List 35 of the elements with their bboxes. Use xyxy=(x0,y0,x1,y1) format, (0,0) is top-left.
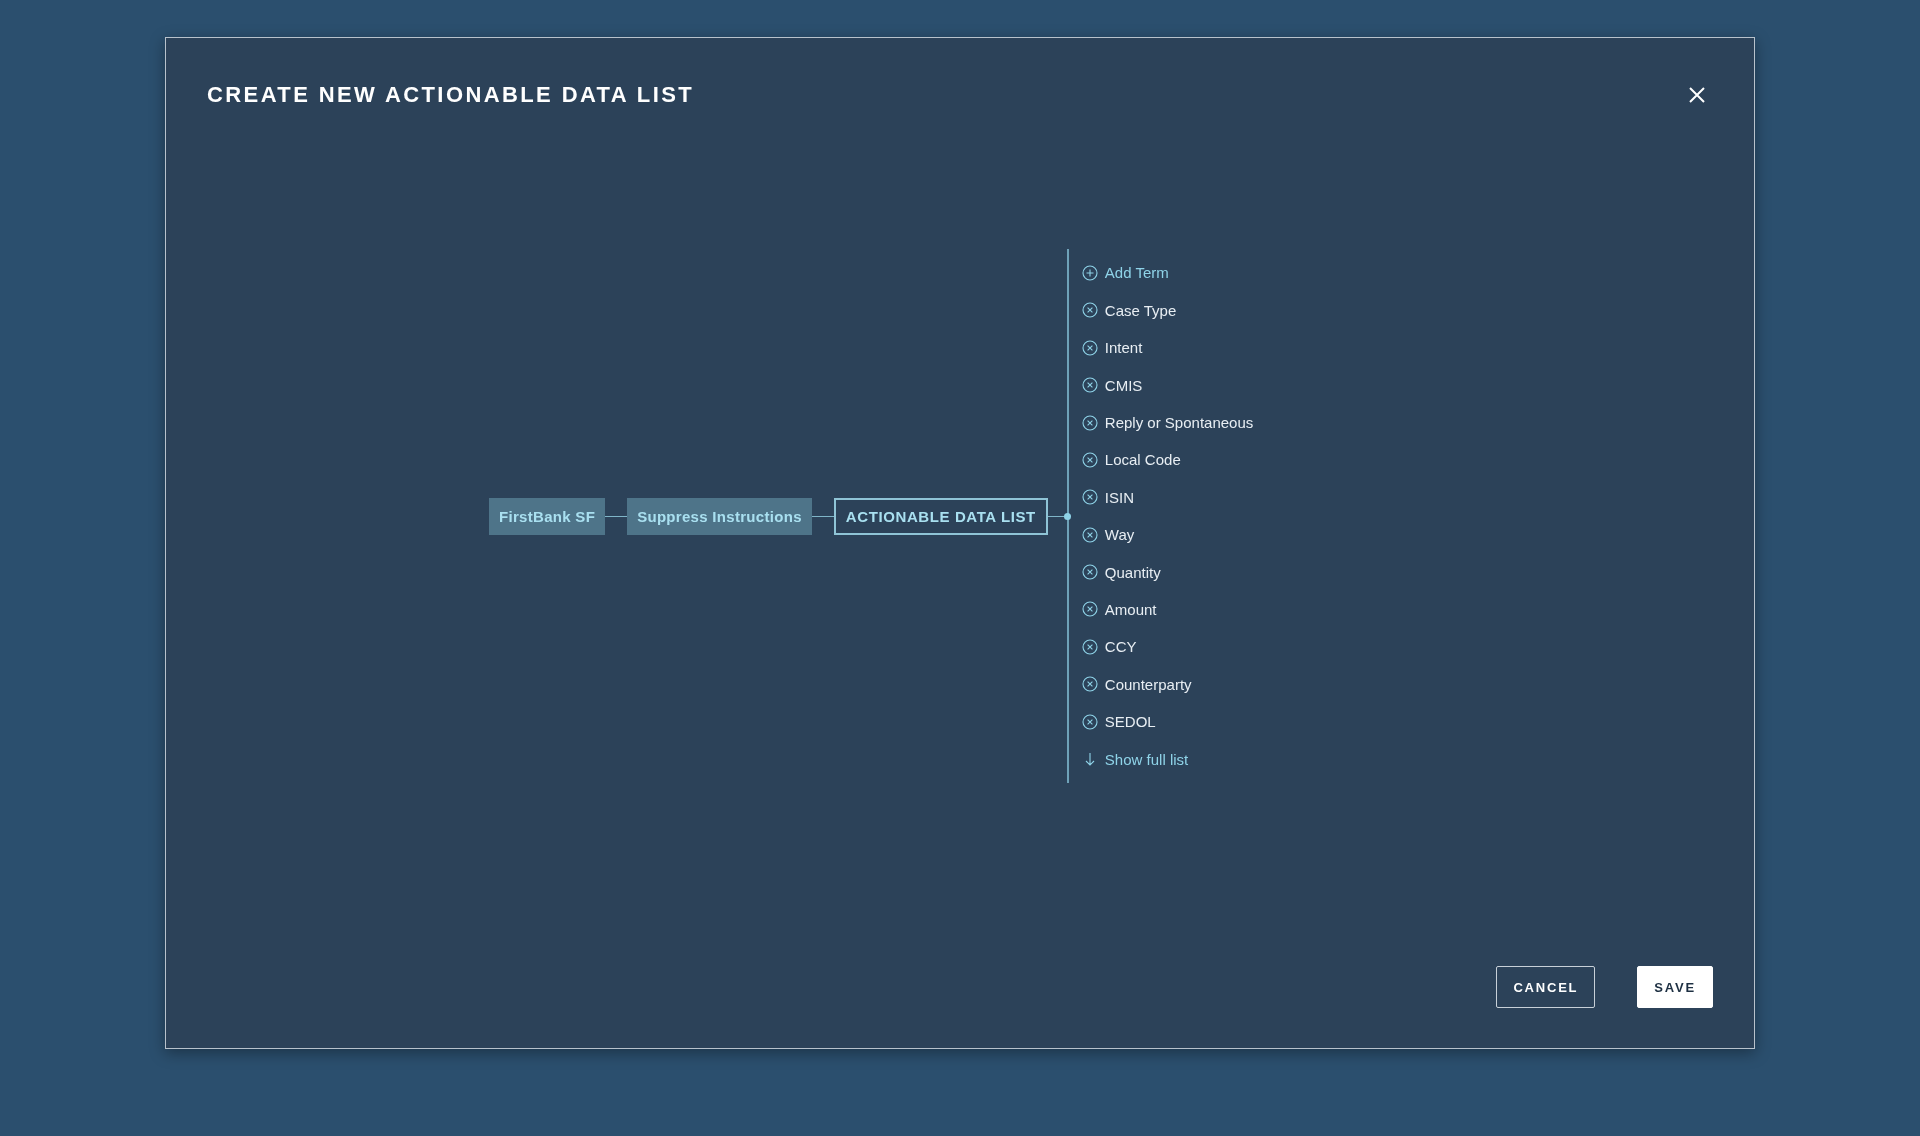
remove-circle-icon xyxy=(1081,601,1098,618)
term-item[interactable]: Amount xyxy=(1081,590,1254,629)
add-term-button[interactable]: Add Term xyxy=(1081,254,1254,292)
remove-circle-icon xyxy=(1081,526,1098,543)
cancel-button[interactable]: CANCEL xyxy=(1496,966,1596,1008)
term-item[interactable]: Way xyxy=(1081,516,1254,554)
path-node: Suppress Instructions xyxy=(627,497,812,535)
remove-circle-icon xyxy=(1081,451,1098,468)
term-item[interactable]: CCY xyxy=(1081,628,1254,666)
remove-circle-icon xyxy=(1081,414,1098,431)
remove-circle-icon xyxy=(1081,489,1098,506)
term-item[interactable]: Reply or Spontaneous xyxy=(1081,403,1254,442)
remove-circle-icon xyxy=(1081,638,1098,655)
term-item[interactable]: SEDOL xyxy=(1081,702,1254,741)
path-node: FirstBank SF xyxy=(489,497,606,535)
junction-dot xyxy=(1063,512,1071,520)
term-item[interactable]: Local Code xyxy=(1081,441,1254,479)
plus-circle-icon xyxy=(1081,264,1098,281)
remove-circle-icon xyxy=(1081,377,1098,394)
term-item[interactable]: Counterparty xyxy=(1081,665,1254,703)
term-item[interactable]: ISIN xyxy=(1081,478,1254,516)
term-item[interactable]: Quantity xyxy=(1081,553,1254,591)
term-item[interactable]: CMIS xyxy=(1081,366,1254,404)
remove-circle-icon xyxy=(1081,302,1098,319)
dialog-title: CREATE NEW ACTIONABLE DATA LIST xyxy=(207,82,695,108)
current-node: ACTIONABLE DATA LIST xyxy=(833,497,1048,535)
term-item[interactable]: Case Type xyxy=(1081,291,1254,330)
remove-circle-icon xyxy=(1081,564,1098,581)
show-full-list-link[interactable]: Show full list xyxy=(1081,740,1254,778)
remove-circle-icon xyxy=(1081,713,1098,730)
save-button[interactable]: SAVE xyxy=(1637,966,1713,1008)
remove-circle-icon xyxy=(1081,339,1098,356)
term-item[interactable]: Intent xyxy=(1081,329,1254,367)
remove-circle-icon xyxy=(1081,676,1098,693)
close-icon xyxy=(1688,86,1706,104)
